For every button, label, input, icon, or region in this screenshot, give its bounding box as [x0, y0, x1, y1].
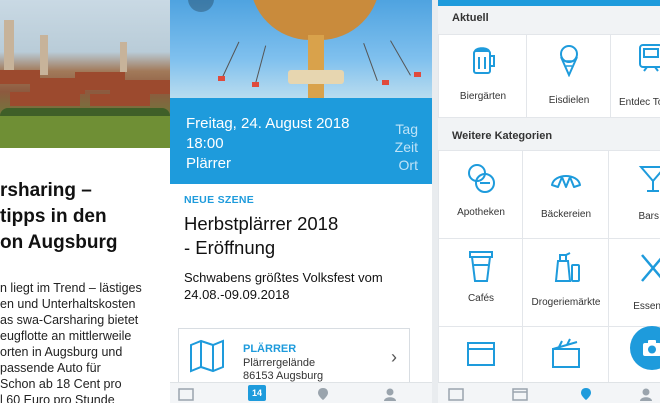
event-time: 18:00: [186, 135, 224, 152]
places-tab-icon[interactable]: [578, 387, 594, 401]
coffee-cup-icon: [469, 251, 493, 282]
profile-tab-icon[interactable]: [638, 387, 654, 401]
pill-icon: [468, 164, 495, 193]
category-tile[interactable]: [438, 326, 524, 388]
article-body-line: n liegt im Trend – lästiges: [0, 281, 142, 295]
article-body-line: eugflotte an mittlerweile: [0, 329, 132, 343]
profile-tab-icon[interactable]: [382, 387, 398, 401]
article-body-line: l 60 Euro pro Stunde: [0, 393, 115, 403]
article-title-line: on Augsburg: [0, 232, 118, 253]
article-title-line: rsharing –: [0, 180, 92, 201]
article-body-line: orten in Augsburg und: [0, 345, 123, 359]
category-label: Bäckereien: [540, 209, 592, 220]
location-area: Plärrergelände: [243, 357, 316, 369]
article-title-line: tipps in den: [0, 206, 107, 227]
category-beer-gardens[interactable]: Biergärten: [438, 34, 528, 118]
category-bakeries[interactable]: Bäckereien: [522, 150, 610, 240]
category-pharmacies[interactable]: Apotheken: [438, 150, 524, 240]
category-drugstores[interactable]: Drogeriemärkte: [522, 238, 610, 328]
category-label: Biergärten: [459, 91, 507, 102]
spray-bottle-icon: [554, 252, 580, 282]
section-current: Aktuell: [452, 12, 489, 24]
location-address: 86153 Augsburg: [243, 370, 324, 382]
category-label: Entdec Touri: [619, 97, 660, 108]
croissant-icon: [551, 175, 581, 188]
event-kicker: NEUE SZENE: [184, 194, 255, 206]
event-title-line: Herbstplärrer 2018: [184, 213, 339, 234]
article-body: n liegt im Trend – lästiges en und Unter…: [0, 280, 170, 403]
category-label: Eisdielen: [548, 95, 590, 106]
category-label: Essen: [633, 301, 660, 312]
camera-icon: [643, 340, 660, 356]
event-date-bar: Freitag, 24. August 2018 18:00 Plärrer T…: [170, 98, 432, 184]
event-detail-screen: Freitag, 24. August 2018 18:00 Plärrer T…: [170, 0, 432, 403]
category-bars[interactable]: Bars: [608, 150, 660, 240]
cocktail-icon: [638, 166, 660, 192]
tab-bar: 14: [170, 382, 432, 403]
category-ice-cream[interactable]: Eisdielen: [526, 34, 612, 118]
event-description-line: Schwabens größtes Volksfest vom: [184, 270, 383, 285]
beer-mug-icon: [473, 47, 495, 74]
label-day: Tag: [395, 121, 418, 137]
cutlery-icon: [641, 254, 660, 282]
category-label: Cafés: [467, 293, 495, 304]
event-description-line: 24.08.-09.09.2018: [184, 286, 290, 302]
category-discover-tours[interactable]: Entdec Touri: [610, 34, 660, 118]
label-place: Ort: [398, 157, 418, 173]
tab-bar: [438, 382, 660, 403]
categories-screen: Aktuell Biergärten Eisdielen Entdec Tour…: [438, 0, 660, 403]
article-title[interactable]: rsharing – tipps in den on Augsburg: [0, 178, 170, 256]
calendar-tab-icon[interactable]: [512, 387, 528, 401]
category-label: Bars: [638, 211, 659, 222]
clapperboard-icon: [552, 338, 580, 368]
town-photo: [0, 0, 170, 148]
article-body-line: Schon ab 18 Cent pro: [0, 377, 122, 391]
article-screen: rsharing – tipps in den on Augsburg n li…: [0, 0, 170, 403]
category-label: Apotheken: [457, 207, 505, 218]
event-title-line: - Eröffnung: [184, 237, 276, 258]
location-name: PLÄRRER: [243, 343, 297, 355]
article-body-line: as swa-Carsharing bietet: [0, 313, 139, 327]
event-venue: Plärrer: [186, 155, 232, 172]
label-time: Zeit: [394, 139, 418, 155]
location-card[interactable]: PLÄRRER Plärrergelände 86153 Augsburg ›: [178, 328, 410, 388]
train-icon: [639, 44, 660, 72]
category-food[interactable]: Essen: [608, 238, 660, 328]
news-tab-icon[interactable]: [178, 387, 194, 401]
places-tab-icon[interactable]: [315, 387, 331, 401]
event-date: Freitag, 24. August 2018: [186, 115, 350, 132]
news-tab-icon[interactable]: [448, 387, 464, 401]
chevron-right-icon: ›: [391, 347, 397, 367]
fair-photo: [170, 0, 432, 98]
calendar-tab-icon[interactable]: 14: [248, 385, 266, 401]
article-body-line: en und Unterhaltskosten: [0, 297, 136, 311]
event-description: Schwabens größtes Volksfest vom 24.08.-0…: [184, 270, 424, 303]
map-icon: [190, 339, 224, 373]
category-tile[interactable]: [522, 326, 610, 388]
category-cafes[interactable]: Cafés: [438, 238, 524, 328]
back-button[interactable]: [188, 0, 214, 12]
ice-cream-icon: [560, 45, 578, 77]
box-icon: [467, 342, 495, 366]
category-label: Drogeriemärkte: [531, 297, 601, 308]
article-body-line: passende Auto für: [0, 361, 101, 375]
event-title: Herbstplärrer 2018 - Eröffnung: [184, 212, 414, 260]
section-more-categories: Weitere Kategorien: [452, 130, 553, 142]
